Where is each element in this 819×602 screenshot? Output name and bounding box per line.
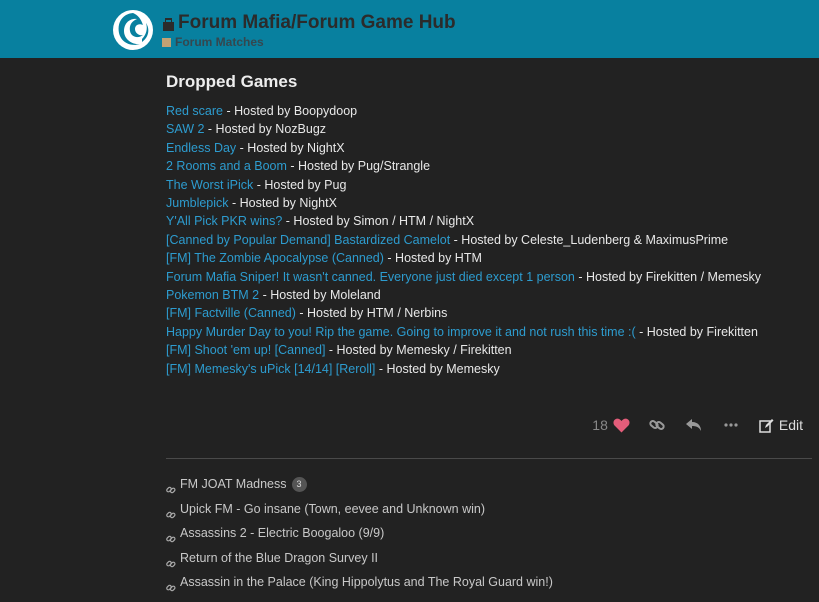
game-item: Jumblepick - Hosted by NightX — [166, 194, 812, 212]
linked-topic[interactable]: Assassins 2 - Electric Boogaloo (9/9) — [166, 521, 553, 546]
linked-topic-title[interactable]: FM JOAT Madness — [180, 472, 287, 497]
game-host: - Hosted by Pug/Strangle — [286, 159, 431, 174]
link-icon — [166, 553, 176, 567]
game-link[interactable]: Forum Mafia Sniper! It wasn't canned. Ev… — [166, 270, 575, 284]
game-link[interactable]: Endless Day — [166, 141, 236, 155]
game-item: The Worst iPick - Hosted by Pug — [166, 176, 812, 194]
game-host: - Hosted by Memesky / Firekitten — [325, 343, 512, 358]
game-host: - Hosted by Simon / HTM / NightX — [282, 214, 475, 229]
site-title[interactable]: Forum Mafia/Forum Game Hub — [178, 12, 456, 34]
post-body: Dropped Games Red scare - Hosted by Boop… — [166, 72, 812, 378]
site-logo[interactable] — [112, 9, 154, 51]
link-icon — [166, 504, 176, 518]
link-icon[interactable] — [648, 417, 666, 433]
game-link[interactable]: Jumblepick — [166, 196, 229, 210]
game-link[interactable]: 2 Rooms and a Boom — [166, 159, 287, 173]
game-host: - Hosted by NozBugz — [204, 122, 327, 137]
game-link[interactable]: Red scare — [166, 104, 223, 118]
category-name[interactable]: Forum Matches — [175, 35, 264, 49]
category-badge[interactable]: Forum Matches — [162, 35, 264, 49]
linked-topic[interactable]: FM JOAT Madness 3 — [166, 472, 553, 497]
heart-icon[interactable] — [613, 418, 630, 433]
like-count: 18 — [592, 417, 608, 433]
game-item: Endless Day - Hosted by NightX — [166, 139, 812, 157]
linked-topics-list: FM JOAT Madness 3 Upick FM - Go insane (To… — [166, 472, 553, 595]
link-icon — [166, 479, 176, 494]
edit-label: Edit — [778, 417, 803, 433]
edit-icon — [759, 418, 774, 433]
game-item: [Canned by Popular Demand] Bastardized C… — [166, 231, 812, 249]
game-item: Red scare - Hosted by Boopydoop — [166, 102, 812, 120]
dropped-games-list: Red scare - Hosted by Boopydoop SAW 2 - H… — [166, 102, 812, 378]
game-host: - Hosted by NightX — [236, 140, 345, 155]
game-item: [FM] Shoot 'em up! [Canned] - Hosted by … — [166, 341, 812, 359]
game-item: [FM] Factville (Canned) - Hosted by HTM … — [166, 304, 812, 322]
game-host: - Hosted by NightX — [228, 196, 337, 211]
game-host: - Hosted by HTM — [383, 251, 482, 266]
game-item: [FM] Memesky's uPick [14/14] [Reroll] - … — [166, 360, 812, 378]
reply-count-badge: 3 — [291, 476, 307, 492]
game-host: - Hosted by Pug — [253, 177, 347, 192]
game-item: Happy Murder Day to you! Rip the game. G… — [166, 323, 812, 341]
edit-button[interactable]: Edit — [759, 417, 803, 433]
game-host: - Hosted by Moleland — [259, 288, 381, 303]
post-actions: 18 Edit — [592, 414, 803, 436]
game-host: - Hosted by Firekitten / Memesky — [574, 269, 762, 284]
site-header: Forum Mafia/Forum Game Hub Forum Matches — [0, 0, 819, 58]
reply-icon[interactable] — [685, 417, 703, 433]
game-link[interactable]: [FM] Memesky's uPick [14/14] [Reroll] — [166, 362, 375, 376]
link-icon — [166, 577, 176, 592]
game-link[interactable]: Pokemon BTM 2 — [166, 288, 259, 302]
post-divider — [166, 458, 812, 459]
linked-topic-title[interactable]: Return of the Blue Dragon Survey II — [180, 546, 378, 571]
title-row: Forum Mafia/Forum Game Hub — [162, 12, 456, 34]
linked-topic-title[interactable]: Upick FM - Go insane (Town, eevee and Un… — [180, 497, 485, 522]
game-link[interactable]: [FM] Factville (Canned) — [166, 306, 296, 320]
post-heading: Dropped Games — [166, 72, 298, 91]
game-host: - Hosted by Memesky — [375, 361, 500, 376]
game-link[interactable]: The Worst iPick — [166, 178, 253, 192]
game-item: SAW 2 - Hosted by NozBugz — [166, 120, 812, 138]
game-host: - Hosted by Boopydoop — [222, 104, 358, 118]
game-link[interactable]: [Canned by Popular Demand] Bastardized C… — [166, 233, 450, 247]
linked-topic-title[interactable]: Assassins 2 - Electric Boogaloo (9/9) — [180, 521, 384, 546]
game-item: 2 Rooms and a Boom - Hosted by Pug/Stran… — [166, 157, 812, 175]
link-icon — [166, 528, 176, 543]
game-link[interactable]: SAW 2 — [166, 122, 204, 136]
game-host: - Hosted by Celeste_Ludenberg & MaximusP… — [450, 232, 729, 247]
linked-topic[interactable]: Return of the Blue Dragon Survey II — [166, 546, 553, 571]
game-link[interactable]: [FM] Shoot 'em up! [Canned] — [166, 343, 325, 357]
game-item: [FM] The Zombie Apocalypse (Canned) - Ho… — [166, 249, 812, 267]
more-icon[interactable] — [722, 417, 740, 433]
game-item: Pokemon BTM 2 - Hosted by Moleland — [166, 286, 812, 304]
game-link[interactable]: [FM] The Zombie Apocalypse (Canned) — [166, 251, 384, 265]
lock-icon — [163, 17, 174, 31]
linked-topic[interactable]: Assassin in the Palace (King Hippolytus … — [166, 570, 553, 595]
game-link[interactable]: Y'All Pick PKR wins? — [166, 214, 282, 228]
game-host: - Hosted by Firekitten — [635, 324, 758, 339]
game-item: Y'All Pick PKR wins? - Hosted by Simon /… — [166, 212, 812, 230]
game-item: Forum Mafia Sniper! It wasn't canned. Ev… — [166, 268, 812, 286]
category-color-square — [162, 37, 171, 47]
linked-topic-title[interactable]: Assassin in the Palace (King Hippolytus … — [180, 570, 553, 595]
linked-topic[interactable]: Upick FM - Go insane (Town, eevee and Un… — [166, 497, 553, 522]
game-host: - Hosted by HTM / Nerbins — [295, 306, 448, 321]
game-link[interactable]: Happy Murder Day to you! Rip the game. G… — [166, 325, 636, 339]
